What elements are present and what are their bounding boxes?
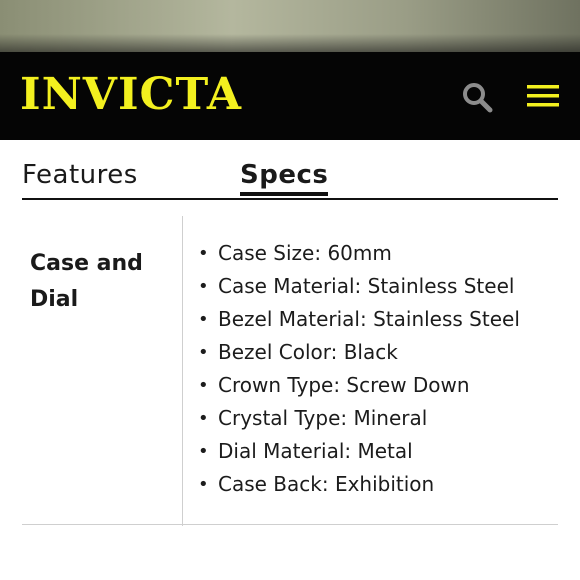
spec-item: Crown Type: Screw Down	[198, 369, 520, 402]
invicta-logo[interactable]: INVICTA	[20, 67, 242, 123]
spec-item: Crystal Type: Mineral	[198, 402, 520, 435]
tabs-divider	[22, 198, 558, 200]
menu-button[interactable]	[526, 81, 560, 111]
section-bottom-divider	[22, 524, 558, 525]
spec-item: Case Material: Stainless Steel	[198, 270, 520, 303]
product-tabs: Features Specs	[22, 140, 558, 202]
search-icon	[463, 83, 493, 113]
specs-table: Case and Dial Case Size: 60mm Case Mater…	[22, 216, 558, 526]
search-button[interactable]	[460, 80, 494, 114]
hamburger-menu-icon	[527, 85, 559, 107]
site-header: INVICTA	[0, 52, 580, 140]
spec-item: Dial Material: Metal	[198, 435, 520, 468]
spec-item: Bezel Material: Stainless Steel	[198, 303, 520, 336]
column-divider	[182, 216, 183, 526]
tab-specs[interactable]: Specs	[240, 160, 329, 196]
spec-list: Case Size: 60mm Case Material: Stainless…	[198, 237, 520, 501]
spec-item: Case Size: 60mm	[198, 237, 520, 270]
blurred-background-image	[0, 0, 580, 52]
tab-features[interactable]: Features	[22, 160, 138, 190]
spec-item: Case Back: Exhibition	[198, 468, 520, 501]
section-label-case-and-dial: Case and Dial	[30, 251, 143, 312]
spec-item: Bezel Color: Black	[198, 336, 520, 369]
